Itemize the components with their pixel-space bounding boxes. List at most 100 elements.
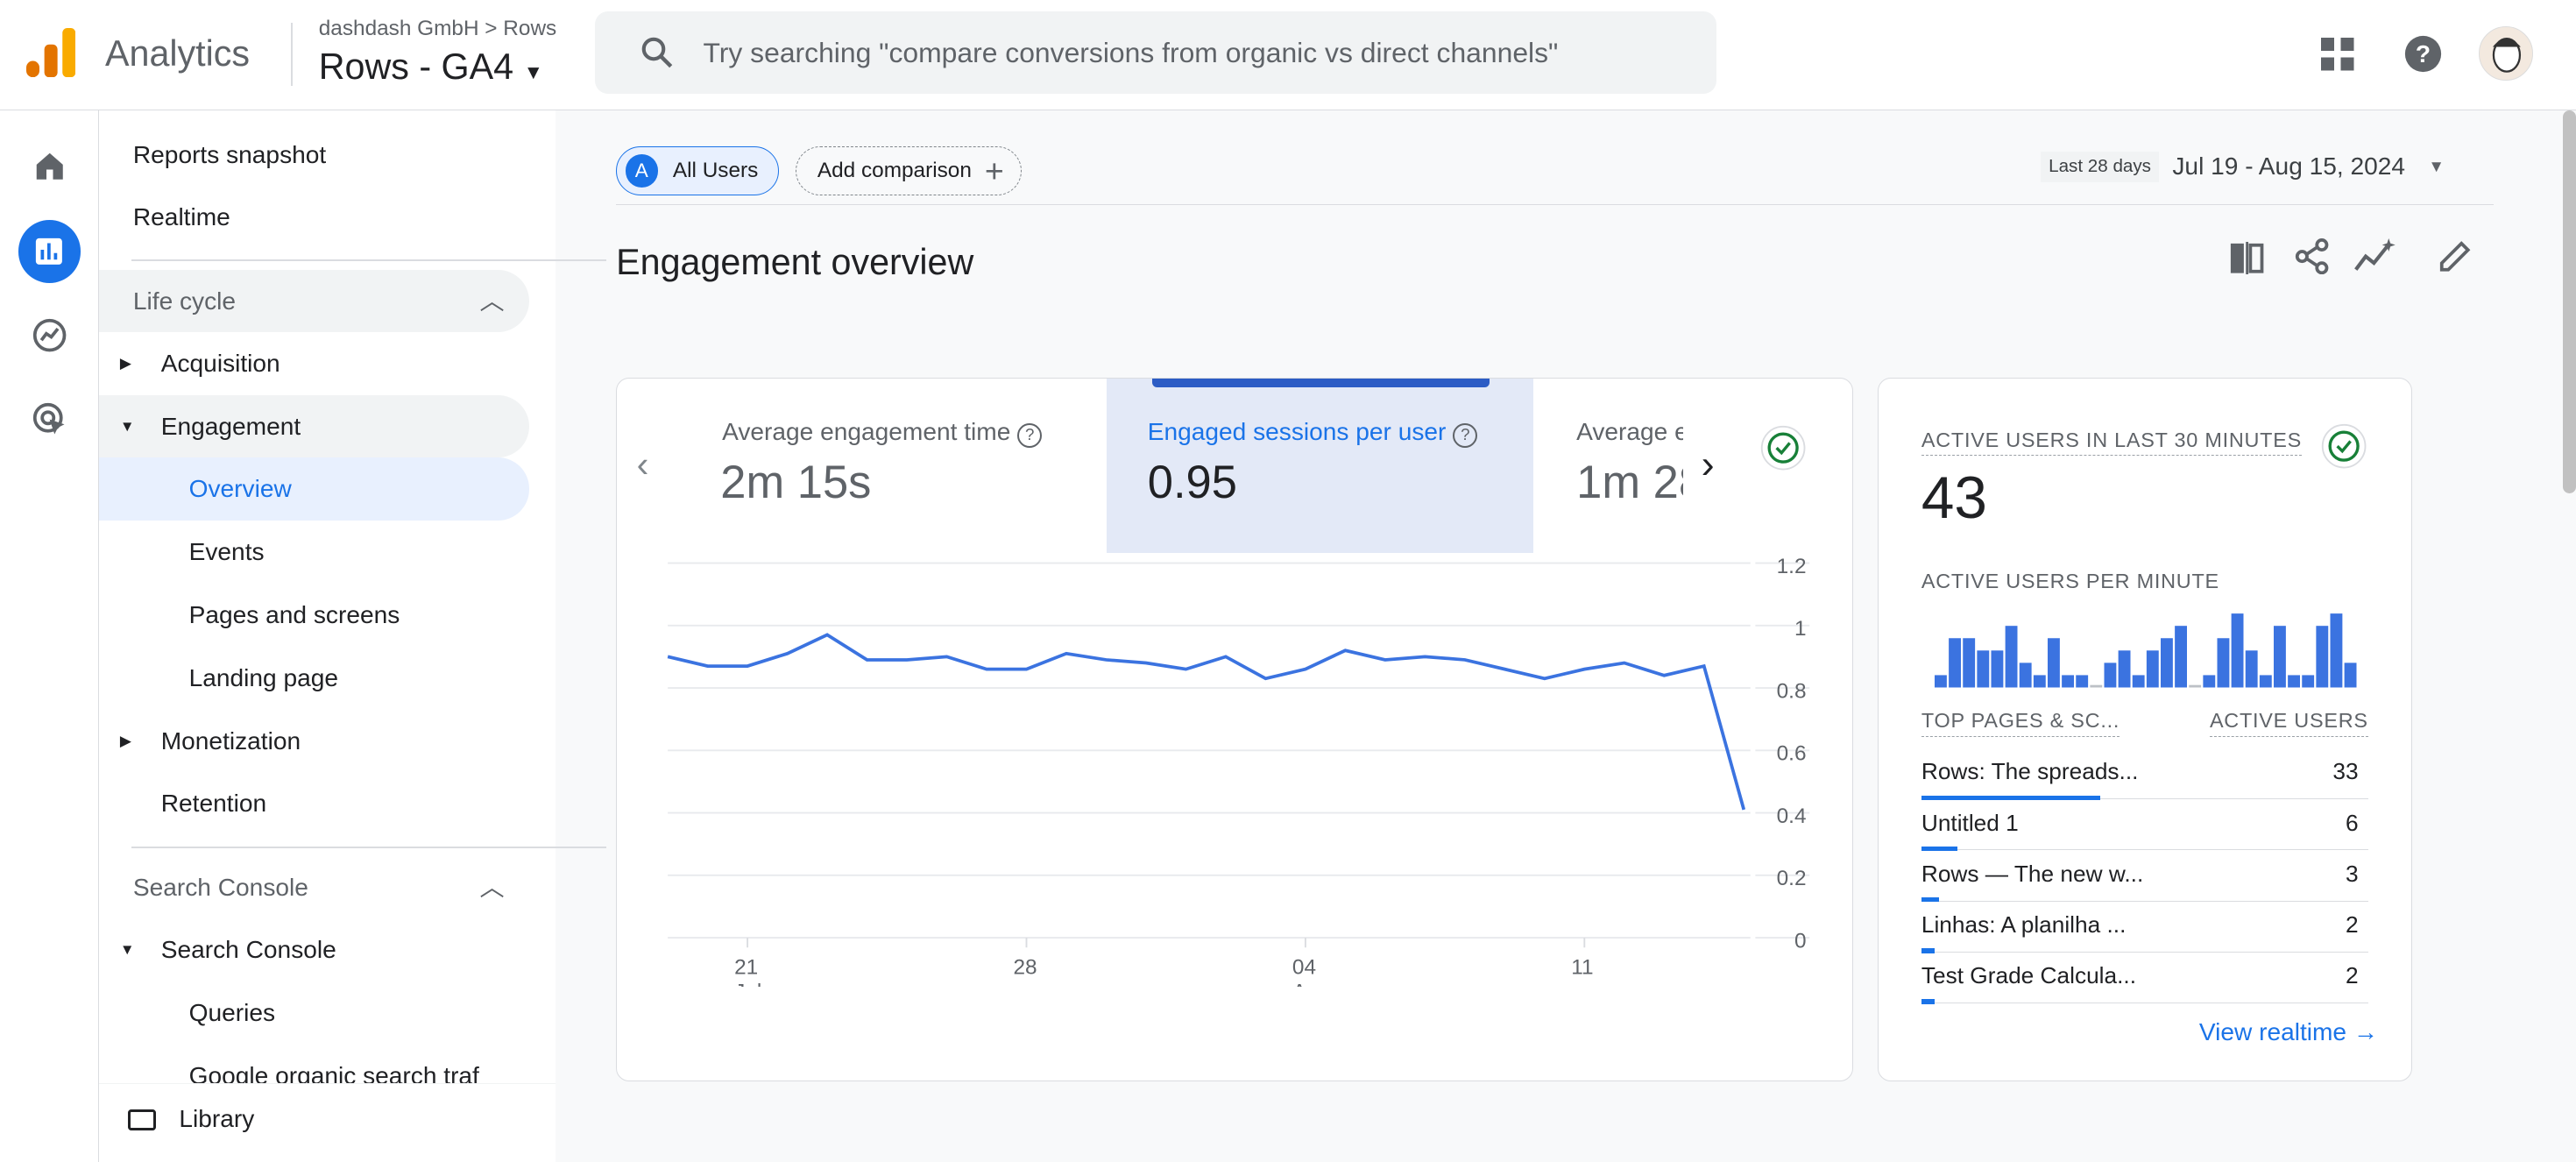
sidebar-item-library[interactable]: Library bbox=[99, 1088, 529, 1150]
date-badge: Last 28 days bbox=[2040, 151, 2160, 182]
compare-icon[interactable] bbox=[2229, 241, 2265, 275]
y-tick-label: 0.6 bbox=[1777, 741, 1807, 765]
caret-down-icon: ▼ bbox=[119, 941, 135, 959]
minute-bar[interactable] bbox=[2132, 675, 2145, 688]
explore-icon[interactable] bbox=[18, 304, 81, 366]
minute-bar[interactable] bbox=[2146, 650, 2159, 688]
property-selector[interactable]: Rows - GA4 ▼ bbox=[319, 46, 543, 88]
minute-bar[interactable] bbox=[1991, 650, 2004, 688]
view-realtime-link[interactable]: View realtime → bbox=[2199, 1018, 2378, 1046]
search-input[interactable] bbox=[703, 11, 1689, 94]
active-users-value: 6 bbox=[2346, 809, 2359, 836]
minute-bar[interactable] bbox=[2062, 675, 2074, 688]
minute-bar[interactable] bbox=[2231, 613, 2244, 688]
search-icon bbox=[641, 37, 673, 68]
sidebar-item-acquisition[interactable]: ▶ Acquisition bbox=[99, 332, 529, 394]
x-tick-month: Aug bbox=[1292, 980, 1330, 987]
minute-bar[interactable] bbox=[2344, 662, 2357, 688]
sidebar-item-retention[interactable]: Retention bbox=[99, 772, 529, 834]
minute-bar[interactable] bbox=[2019, 662, 2032, 688]
date-range-picker[interactable]: Last 28 days Jul 19 - Aug 15, 2024 ▼ bbox=[2040, 151, 2445, 182]
sidebar-item-monetization[interactable]: ▶ Monetization bbox=[99, 710, 529, 772]
minute-bar[interactable] bbox=[2090, 684, 2103, 688]
y-tick-label: 0 bbox=[1794, 929, 1807, 953]
minute-bar[interactable] bbox=[2104, 662, 2117, 688]
sidebar-item-events[interactable]: Events bbox=[99, 521, 529, 583]
page-title: Engagement overview bbox=[616, 241, 974, 282]
sidebar-item-engagement[interactable]: ▼ Engagement bbox=[98, 394, 529, 457]
sidebar-item-label: Library bbox=[179, 1105, 255, 1133]
scrollbar[interactable] bbox=[2563, 110, 2576, 493]
reports-icon[interactable] bbox=[18, 220, 81, 283]
active-users-header[interactable]: ACTIVE USERS bbox=[2209, 709, 2368, 737]
section-search-console[interactable]: Search Console ︿ bbox=[99, 856, 529, 918]
list-item[interactable]: Rows: The spreads... 33 bbox=[1921, 748, 2368, 801]
list-item[interactable]: Untitled 1 6 bbox=[1921, 799, 2368, 852]
minute-bar[interactable] bbox=[2175, 626, 2187, 688]
sidebar-item-landing-page[interactable]: Landing page bbox=[99, 647, 529, 709]
minute-bar[interactable] bbox=[2189, 684, 2201, 688]
sidebar-item-reports-snapshot[interactable]: Reports snapshot bbox=[99, 124, 529, 186]
minute-bar[interactable] bbox=[2273, 626, 2286, 688]
sidebar-item-overview[interactable]: Overview bbox=[98, 457, 529, 521]
avatar[interactable] bbox=[2479, 26, 2534, 81]
minute-bar[interactable] bbox=[2330, 613, 2343, 688]
edit-icon[interactable] bbox=[2438, 240, 2472, 273]
minute-bar[interactable] bbox=[2005, 626, 2018, 688]
insights-icon[interactable] bbox=[2353, 237, 2396, 274]
minute-bar[interactable] bbox=[2160, 638, 2173, 688]
analytics-logo[interactable] bbox=[26, 27, 76, 78]
minute-bar[interactable] bbox=[2203, 675, 2216, 688]
metric-tab-2[interactable]: Average e 1m 28 bbox=[1576, 379, 1683, 543]
minute-bar[interactable] bbox=[1963, 638, 1975, 688]
minute-bar[interactable] bbox=[2047, 638, 2060, 688]
home-icon[interactable] bbox=[18, 135, 81, 197]
metric-tab-indicator bbox=[1152, 379, 1490, 387]
apps-grid-icon[interactable] bbox=[2321, 38, 2354, 71]
minute-bar[interactable] bbox=[2259, 675, 2272, 688]
help-icon[interactable]: ? bbox=[1017, 423, 1043, 449]
minute-bar[interactable] bbox=[2118, 650, 2131, 688]
minute-bar[interactable] bbox=[2033, 675, 2046, 688]
add-comparison-button[interactable]: Add comparison + bbox=[795, 145, 1022, 196]
section-life-cycle[interactable]: Life cycle ︿ bbox=[98, 269, 529, 332]
minute-bar[interactable] bbox=[2076, 675, 2088, 688]
minute-bar[interactable] bbox=[1949, 638, 1961, 688]
sidebar-item-queries[interactable]: Queries bbox=[99, 981, 529, 1044]
minute-bar[interactable] bbox=[1934, 675, 1947, 688]
help-icon[interactable]: ? bbox=[2403, 34, 2443, 74]
next-metric-button[interactable]: › bbox=[1702, 442, 1715, 487]
advertising-icon[interactable] bbox=[18, 388, 81, 450]
minute-bar[interactable] bbox=[2302, 675, 2314, 688]
minute-bar[interactable] bbox=[2316, 626, 2329, 688]
nav-rail bbox=[0, 110, 99, 1162]
sidebar-item-pages-and-screens[interactable]: Pages and screens bbox=[99, 584, 529, 646]
list-item[interactable]: Linhas: A planilha ... 2 bbox=[1921, 902, 2368, 953]
breadcrumb[interactable]: dashdash GmbH > Rows bbox=[319, 17, 556, 41]
realtime-card: ACTIVE USERS IN LAST 30 MINUTES 43 ACTIV… bbox=[1878, 378, 2412, 1081]
sidebar-item-search-console[interactable]: ▼ Search Console bbox=[99, 918, 529, 981]
list-item[interactable]: Rows — The new w... 3 bbox=[1921, 850, 2368, 903]
x-tick-label: 11 bbox=[1571, 955, 1593, 979]
list-item[interactable]: Test Grade Calcula... 2 bbox=[1921, 953, 2368, 1004]
minute-bar[interactable] bbox=[2288, 675, 2300, 688]
top-pages-header[interactable]: TOP PAGES & SC... bbox=[1921, 709, 2120, 737]
x-tick-month: Jul bbox=[734, 980, 761, 987]
prev-metric-button[interactable]: ‹ bbox=[637, 444, 649, 485]
minute-bar[interactable] bbox=[2217, 638, 2230, 688]
chevron-up-icon: ︿ bbox=[479, 873, 505, 901]
minute-bar[interactable] bbox=[1977, 650, 1990, 688]
active-users-value: 2 bbox=[2346, 910, 2359, 938]
search-bar[interactable] bbox=[594, 11, 1717, 94]
realtime-title[interactable]: ACTIVE USERS IN LAST 30 MINUTES bbox=[1921, 429, 2302, 457]
share-icon[interactable] bbox=[2294, 237, 2330, 275]
sidebar-item-label: Events bbox=[188, 538, 265, 566]
minute-bar[interactable] bbox=[2245, 650, 2258, 688]
sidebar-item-realtime[interactable]: Realtime bbox=[99, 186, 529, 248]
y-tick-label: 1.2 bbox=[1777, 555, 1807, 578]
sidebar-item-label: Search Console bbox=[160, 936, 336, 964]
help-icon[interactable]: ? bbox=[1453, 423, 1478, 449]
metric-value: 1m 28 bbox=[1576, 457, 1683, 509]
sidebar-item-label: Overview bbox=[188, 475, 292, 503]
segment-chip-all-users[interactable]: A All Users bbox=[616, 145, 779, 196]
